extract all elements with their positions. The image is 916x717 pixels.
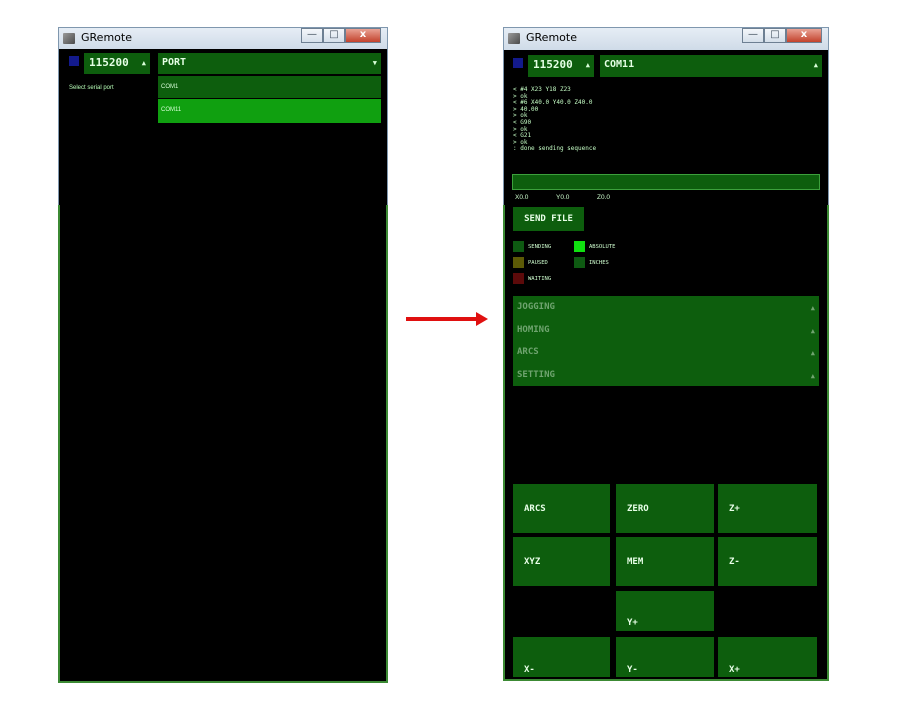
accordion-homing[interactable]: HOMING ▲ — [513, 319, 819, 342]
z-plus-button[interactable]: Z+ — [718, 484, 817, 533]
caret-up-icon: ▲ — [141, 59, 146, 67]
connection-indicator — [513, 58, 523, 68]
left-window-frame — [58, 205, 388, 683]
caret-up-icon: ▲ — [810, 349, 815, 357]
app-icon — [508, 33, 520, 44]
port-select[interactable]: COM11 ▲ — [600, 55, 822, 77]
arcs-button[interactable]: ARCS — [513, 484, 610, 533]
command-input[interactable] — [512, 174, 820, 190]
caret-up-icon: ▲ — [810, 304, 815, 312]
right-title-bar: GRemote — □ x — [503, 27, 829, 50]
caret-up-icon: ▲ — [813, 61, 818, 69]
accordion-label: SETTING — [517, 369, 555, 380]
console-line: < G21 — [513, 132, 532, 140]
x-coordinate: X0.0 — [515, 194, 529, 201]
caret-up-icon: ▲ — [585, 61, 590, 69]
caret-up-icon: ▲ — [810, 371, 815, 380]
accordion-label: ARCS — [517, 347, 539, 357]
y-plus-button[interactable]: Y+ — [616, 591, 714, 631]
absolute-label: ABSOLUTE — [589, 244, 616, 250]
accordion-jogging[interactable]: JOGGING ▲ — [513, 296, 819, 319]
minimize-button[interactable]: — — [301, 28, 323, 43]
connection-indicator — [69, 56, 79, 66]
right-window: GRemote — □ x 115200 ▲ COM11 ▲ < #4 X23 … — [503, 27, 829, 681]
console-line: < #6 X40.0 Y40.0 Z40.0 — [513, 99, 593, 107]
baud-value: 115200 — [533, 58, 573, 71]
waiting-indicator — [513, 273, 524, 284]
sending-indicator — [513, 241, 524, 252]
baud-select[interactable]: 115200 ▲ — [528, 55, 594, 77]
inches-label: INCHES — [589, 260, 609, 266]
window-title: GRemote — [526, 31, 577, 44]
inches-indicator — [574, 257, 585, 268]
maximize-button[interactable]: □ — [764, 28, 786, 43]
status-text: Select serial port — [69, 85, 114, 91]
port-select[interactable]: PORT ▼ — [158, 53, 381, 74]
zero-button[interactable]: ZERO — [616, 484, 714, 533]
close-button[interactable]: x — [786, 28, 822, 43]
caret-down-icon: ▼ — [372, 59, 377, 67]
window-title: GRemote — [81, 31, 132, 44]
app-icon — [63, 33, 75, 44]
paused-indicator — [513, 257, 524, 268]
baud-value: 115200 — [89, 56, 129, 69]
z-coordinate: Z0.0 — [597, 194, 611, 201]
caret-up-icon: ▲ — [810, 326, 815, 335]
sending-label: SENDING — [528, 244, 552, 250]
absolute-indicator — [574, 241, 585, 252]
console-line: > ok — [513, 125, 528, 133]
left-title-bar: GRemote — □ x — [58, 27, 388, 49]
accordion-setting[interactable]: SETTING ▲ — [513, 364, 819, 387]
waiting-label: WAITING — [528, 276, 552, 282]
baud-select[interactable]: 115200 ▲ — [84, 53, 150, 74]
x-plus-button[interactable]: X+ — [718, 637, 817, 677]
console-log: < #4 X23 Y18 Z23 > ok < #6 X40.0 Y40.0 Z… — [513, 86, 813, 153]
accordion-label: HOMING — [517, 324, 550, 335]
accordion-label: JOGGING — [517, 302, 555, 312]
port-option-com1[interactable]: COM1 — [158, 76, 381, 98]
port-option-com11[interactable]: COM11 — [158, 99, 381, 123]
console-line: > 40.00 — [513, 105, 539, 113]
y-coordinate: Y0.0 — [556, 194, 570, 201]
x-minus-button[interactable]: X- — [513, 637, 610, 677]
port-dropdown-list: COM1 COM11 — [158, 76, 381, 123]
console-line: < G90 — [513, 118, 532, 126]
z-minus-button[interactable]: Z- — [718, 537, 817, 586]
left-window: GRemote — □ x 115200 ▲ PORT ▼ COM1 COM11… — [58, 27, 388, 683]
xyz-button[interactable]: XYZ — [513, 537, 610, 586]
y-minus-button[interactable]: Y- — [616, 637, 714, 677]
paused-label: PAUSED — [528, 260, 548, 266]
arrow-right-icon — [406, 312, 488, 326]
mem-button[interactable]: MEM — [616, 537, 714, 586]
control-accordion: JOGGING ▲ HOMING ▲ ARCS ▲ SETTING ▲ — [513, 296, 819, 386]
maximize-button[interactable]: □ — [323, 28, 345, 43]
port-label: COM11 — [604, 59, 635, 70]
minimize-button[interactable]: — — [742, 28, 764, 43]
close-button[interactable]: x — [345, 28, 381, 43]
console-line: > ok — [513, 112, 528, 120]
console-line: < #4 X23 Y18 Z23 — [513, 86, 571, 93]
port-label: PORT — [162, 57, 187, 68]
accordion-arcs[interactable]: ARCS ▲ — [513, 341, 819, 364]
console-line: : done sending sequence — [513, 145, 597, 153]
send-file-button[interactable]: SEND FILE — [513, 207, 584, 231]
